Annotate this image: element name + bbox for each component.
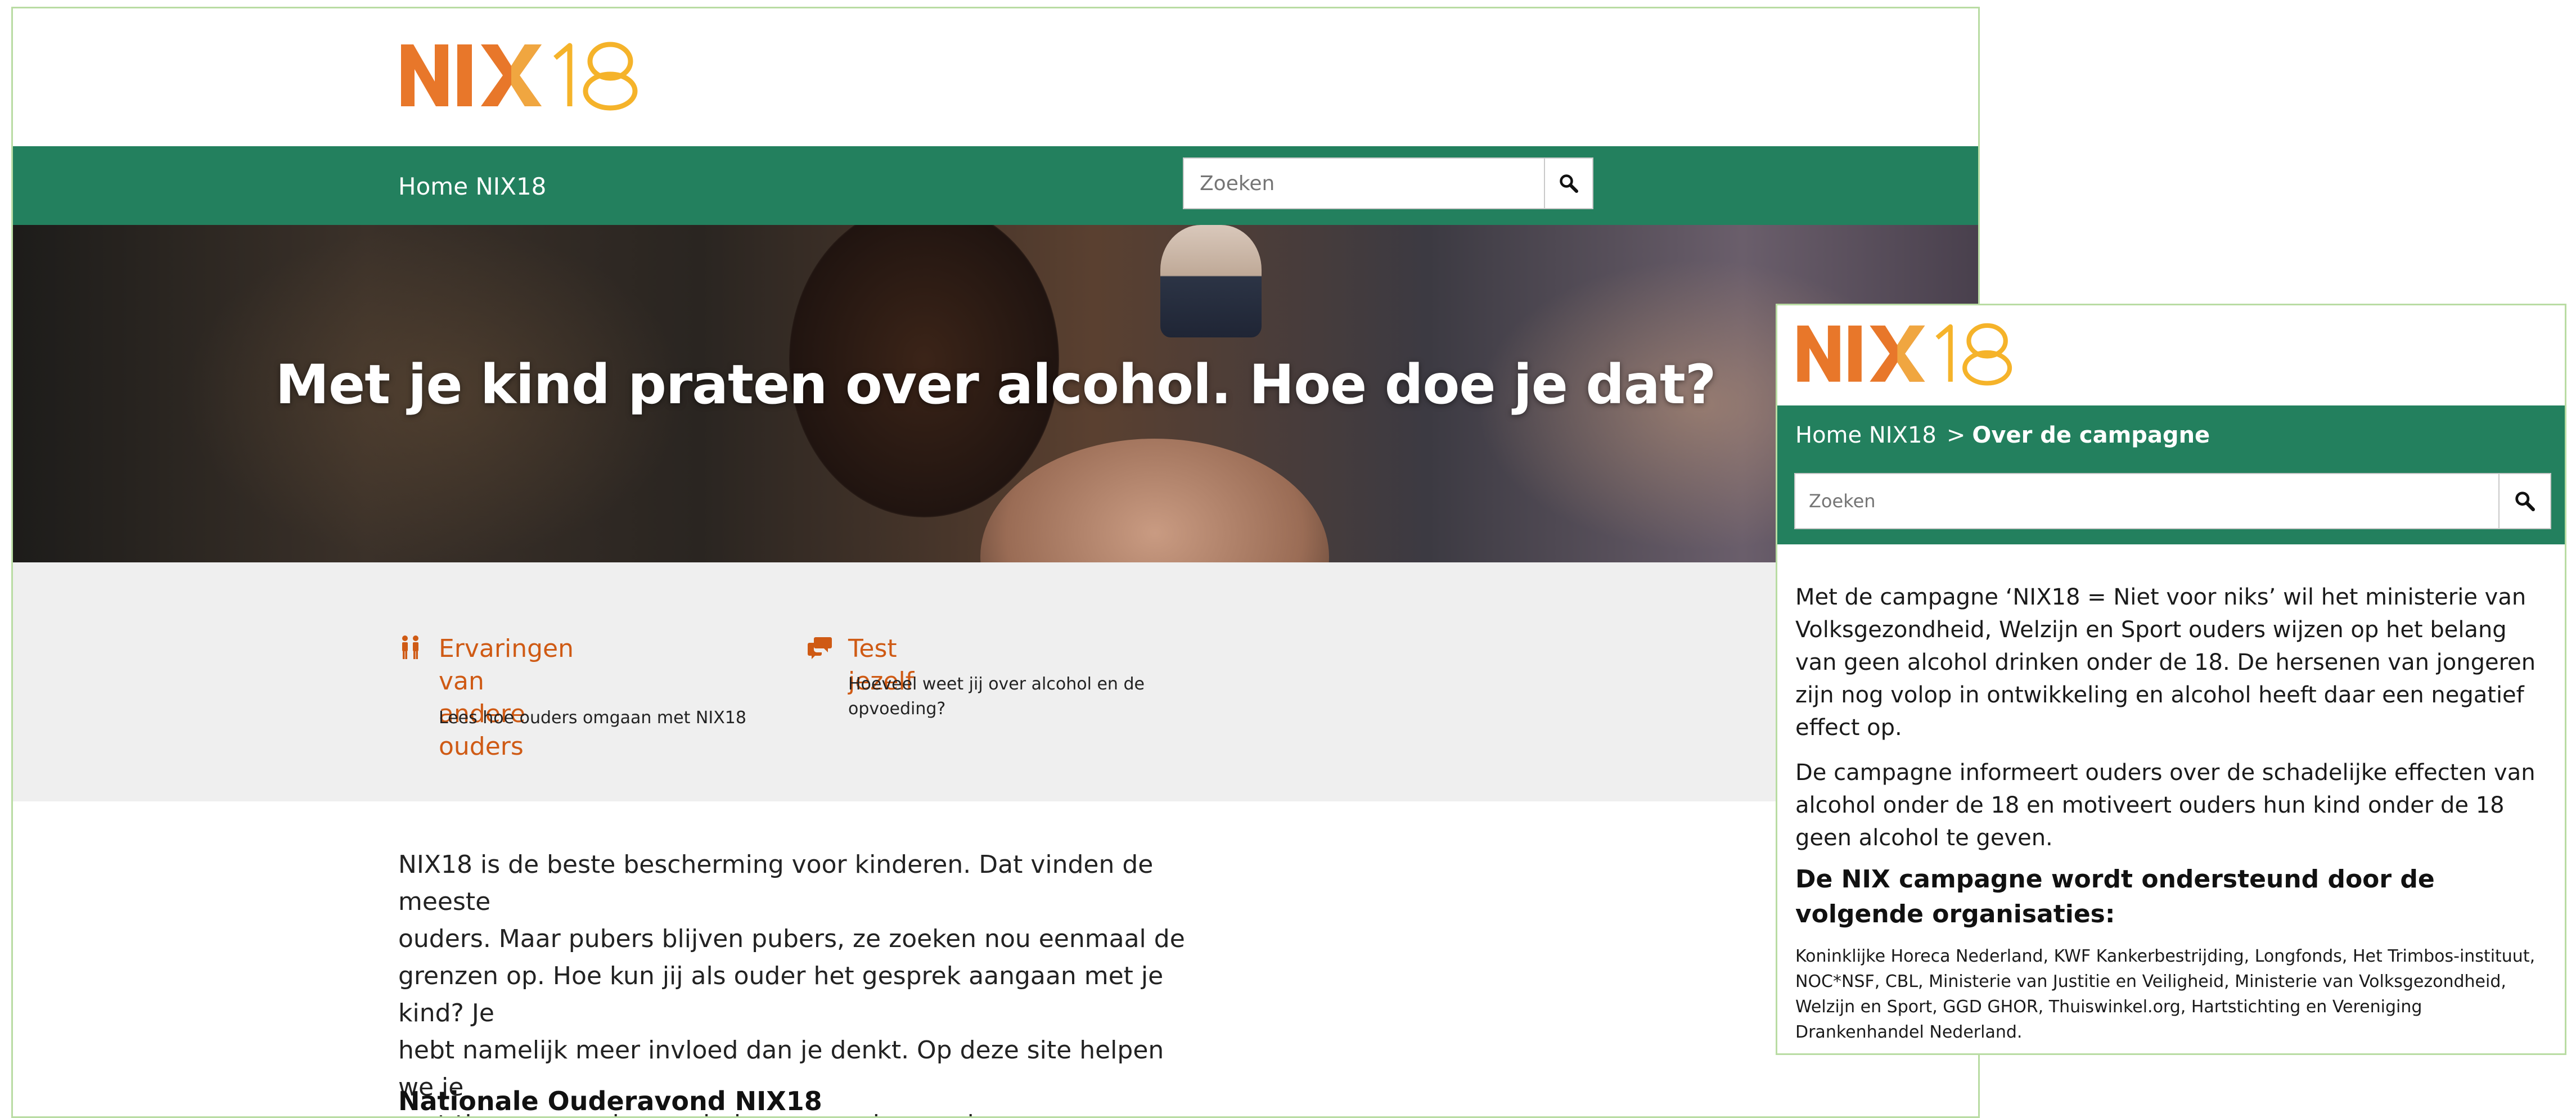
section-heading: Nationale Ouderavond NIX18 bbox=[398, 1086, 822, 1116]
supporters-heading: De NIX campagne wordt ondersteund door d… bbox=[1795, 865, 2435, 928]
nix18-logo-mobile[interactable] bbox=[1793, 319, 2033, 386]
site-header bbox=[13, 8, 1978, 146]
intro-line: NIX18 is de beste bescherming voor kinde… bbox=[398, 850, 1154, 916]
desktop-page: Home NIX18 Met je kind praten over alcoh… bbox=[11, 7, 1980, 1118]
feature-tiles: Ervaringen van andere ouders Lees hoe oud… bbox=[13, 562, 1978, 801]
search-icon bbox=[1560, 174, 1578, 193]
hero-title: Met je kind praten over alcohol. Hoe doe… bbox=[275, 353, 1717, 416]
chevron-right-icon: > bbox=[1946, 422, 1966, 448]
nix18-logo-mobile-graphic bbox=[1797, 323, 2012, 386]
parents-icon bbox=[402, 635, 418, 659]
search-input[interactable] bbox=[1184, 159, 1544, 208]
nix18-logo-graphic bbox=[401, 42, 638, 111]
mobile-search-input[interactable] bbox=[1795, 474, 2498, 528]
intro-line: grenzen op. Hoe kun jij als ouder het ge… bbox=[398, 962, 1164, 1027]
search-button[interactable] bbox=[1544, 159, 1592, 208]
intro-line: ouders. Maar pubers blijven pubers, ze z… bbox=[398, 925, 1185, 953]
search-icon bbox=[2515, 492, 2535, 511]
campaign-para-1: Met de campagne ‘NIX18 = Niet voor niks’… bbox=[1795, 584, 2536, 741]
mobile-search-bar bbox=[1794, 473, 2551, 529]
intro-text: NIX18 is de beste bescherming voor kinde… bbox=[398, 846, 1203, 1116]
nav-home-link[interactable]: Home NIX18 bbox=[398, 173, 546, 200]
tile-test-jezelf-desc: Hoeveel weet jij over alcohol en de opvoe… bbox=[848, 672, 1145, 722]
nix18-logo[interactable] bbox=[397, 38, 661, 111]
tile-test-jezelf-desc-line1: Hoeveel weet jij over alcohol en de bbox=[848, 674, 1145, 694]
mobile-navbar: Home NIX18 > Over de campagne bbox=[1777, 405, 2565, 544]
campaign-para-2: De campagne informeert ouders over de sc… bbox=[1795, 760, 2536, 851]
breadcrumb-home[interactable]: Home NIX18 bbox=[1795, 422, 1936, 448]
campaign-text: Met de campagne ‘NIX18 = Niet voor niks’… bbox=[1795, 581, 2549, 867]
mobile-search-button[interactable] bbox=[2498, 474, 2550, 528]
hero-photo-woman bbox=[980, 439, 1329, 562]
mobile-page: Home NIX18 >Over de campagne Met de campa… bbox=[1776, 304, 2566, 1055]
supporters-list: Koninklijke Horeca Nederland, KWF Kanker… bbox=[1795, 946, 2536, 1042]
tile-ervaringen-title-line2: ouders bbox=[439, 732, 524, 761]
tile-ervaringen-desc: Lees hoe ouders omgaan met NIX18 bbox=[439, 708, 746, 728]
hero-photo-man bbox=[1160, 225, 1262, 337]
main-navbar: Home NIX18 bbox=[13, 146, 1978, 225]
tile-ervaringen-title[interactable]: Ervaringen van andere ouders bbox=[439, 633, 574, 763]
breadcrumb: Home NIX18 > Over de campagne bbox=[1795, 422, 2210, 448]
tile-test-jezelf-desc-line2: opvoeding? bbox=[848, 699, 946, 719]
chat-icon bbox=[808, 637, 832, 659]
search-bar bbox=[1183, 157, 1593, 209]
breadcrumb-current: Over de campagne bbox=[1972, 422, 2210, 448]
hero-banner: Met je kind praten over alcohol. Hoe doe… bbox=[13, 225, 1978, 562]
